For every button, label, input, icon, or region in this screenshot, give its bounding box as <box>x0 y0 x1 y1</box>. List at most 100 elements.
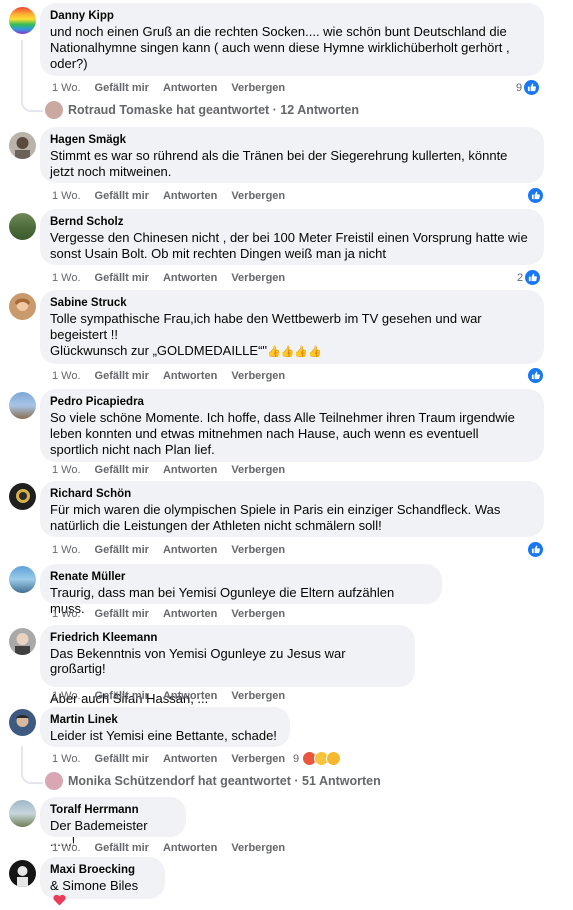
like-button[interactable]: Gefällt mir <box>95 272 149 286</box>
comment-time[interactable]: 1 Wo. <box>52 608 81 622</box>
like-button[interactable]: Gefällt mir <box>95 690 149 704</box>
comment-actions: 1 Wo. Gefällt mir Antworten Verbergen <box>52 370 299 384</box>
reply-button[interactable]: Antworten <box>163 690 217 704</box>
reply-button[interactable]: Antworten <box>163 608 217 622</box>
comment-bubble: Renate Müller Traurig, dass man bei Yemi… <box>40 564 442 616</box>
replies-summary: Monika Schützendorf hat geantwortet · 51… <box>68 774 381 788</box>
comment-actions: 1 Wo. Gefällt mir Antworten Verbergen <box>52 190 299 204</box>
wow-reaction-icon <box>326 751 342 766</box>
comment-text: Stimmt es war so rührend als die Tränen … <box>50 148 508 180</box>
comment-actions: 1 Wo. Gefällt mir Antworten Verbergen <box>52 753 299 767</box>
like-button[interactable]: Gefällt mir <box>95 82 149 96</box>
comment-text: & Simone Biles <box>50 878 153 910</box>
like-button[interactable]: Gefällt mir <box>95 370 149 384</box>
comment-actions: 1 Wo. Gefällt mir Antworten Verbergen <box>52 544 299 558</box>
avatar[interactable] <box>9 860 36 887</box>
comment-actions: 1 Wo. Gefällt mir Antworten Verbergen <box>52 272 299 286</box>
avatar[interactable] <box>9 709 36 736</box>
hide-button[interactable]: Verbergen <box>231 690 285 704</box>
comment-author[interactable]: Hagen Smägk <box>50 133 532 148</box>
like-button[interactable]: Gefällt mir <box>95 464 149 478</box>
avatar[interactable] <box>9 213 36 240</box>
reaction-count[interactable]: 2 <box>517 270 541 285</box>
hide-button[interactable]: Verbergen <box>231 753 285 767</box>
comment-time[interactable]: 1 Wo. <box>52 690 81 704</box>
comment-time[interactable]: 1 Wo. <box>52 190 81 204</box>
reply-button[interactable]: Antworten <box>163 842 217 856</box>
comment-time[interactable]: 1 Wo. <box>52 82 81 96</box>
comment-time[interactable]: 1 Wo. <box>52 464 81 478</box>
reply-button[interactable]: Antworten <box>163 272 217 286</box>
reply-button[interactable]: Antworten <box>163 544 217 558</box>
reaction-count[interactable] <box>526 542 543 557</box>
avatar[interactable] <box>9 628 36 655</box>
reply-button[interactable]: Antworten <box>163 82 217 96</box>
comment-text: So viele schöne Momente. Ich hoffe, dass… <box>50 410 515 458</box>
avatar[interactable] <box>9 392 36 419</box>
comment-text: Für mich waren die olympischen Spiele in… <box>50 502 501 534</box>
hide-button[interactable]: Verbergen <box>231 544 285 558</box>
reply-button[interactable]: Antworten <box>163 190 217 204</box>
like-button[interactable]: Gefällt mir <box>95 544 149 558</box>
comment-author[interactable]: Renate Müller <box>50 570 430 585</box>
reaction-count[interactable]: 9 <box>516 80 540 95</box>
like-reaction-icon <box>528 368 543 383</box>
reaction-number: 9 <box>516 81 523 94</box>
comment-bubble: Toralf Herrmann Der Bademeister ......! <box>40 797 186 849</box>
reply-button[interactable]: Antworten <box>163 753 217 767</box>
comment-author[interactable]: Danny Kipp <box>50 9 532 24</box>
avatar[interactable] <box>9 800 36 827</box>
comment-author[interactable]: Toralf Herrmann <box>50 803 174 818</box>
comment-time[interactable]: 1 Wo. <box>52 753 81 767</box>
hide-button[interactable]: Verbergen <box>231 82 285 96</box>
hide-button[interactable]: Verbergen <box>231 842 285 856</box>
comment-author[interactable]: Bernd Scholz <box>50 215 532 230</box>
reply-avatar <box>45 772 63 790</box>
reaction-number: 9 <box>293 752 300 765</box>
comment-author[interactable]: Pedro Picapiedra <box>50 395 532 410</box>
comment-time[interactable]: 1 Wo. <box>52 544 81 558</box>
comment-time[interactable]: 1 Wo. <box>52 842 81 856</box>
comment-author[interactable]: Maxi Broecking <box>50 863 153 878</box>
like-button[interactable]: Gefällt mir <box>95 753 149 767</box>
avatar[interactable] <box>9 566 36 593</box>
avatar[interactable] <box>9 7 36 34</box>
reply-avatar <box>45 101 63 119</box>
comment-author[interactable]: Sabine Struck <box>50 296 532 311</box>
hide-button[interactable]: Verbergen <box>231 370 285 384</box>
comment-time[interactable]: 1 Wo. <box>52 272 81 286</box>
view-replies-link[interactable]: Monika Schützendorf hat geantwortet · 51… <box>45 772 381 790</box>
like-reaction-icon <box>524 80 540 95</box>
reaction-count[interactable] <box>526 188 543 203</box>
comment-author[interactable]: Friedrich Kleemann <box>50 631 403 646</box>
heart-icon <box>53 894 66 910</box>
comment-text: und noch einen Gruß an die rechten Socke… <box>50 24 510 72</box>
avatar[interactable] <box>9 293 36 320</box>
like-reaction-icon <box>528 542 543 557</box>
reaction-count[interactable] <box>526 368 543 383</box>
comment-actions: 1 Wo. Gefällt mir Antworten Verbergen <box>52 690 299 704</box>
thumbs-up-emoji: 👍👍👍👍 <box>267 346 322 359</box>
view-replies-link[interactable]: Rotraud Tomaske hat geantwortet · 12 Ant… <box>45 101 359 119</box>
reply-button[interactable]: Antworten <box>163 370 217 384</box>
hide-button[interactable]: Verbergen <box>231 272 285 286</box>
like-button[interactable]: Gefällt mir <box>95 190 149 204</box>
hide-button[interactable]: Verbergen <box>231 608 285 622</box>
comment-actions: 1 Wo. Gefällt mir Antworten Verbergen <box>52 464 299 478</box>
avatar[interactable] <box>9 483 36 510</box>
like-button[interactable]: Gefällt mir <box>95 608 149 622</box>
reaction-count[interactable]: 9 <box>293 751 342 766</box>
hide-button[interactable]: Verbergen <box>231 190 285 204</box>
comment-author[interactable]: Martin Linek <box>50 713 278 728</box>
comment-actions: 1 Wo. Gefällt mir Antworten Verbergen <box>52 608 299 622</box>
comment-bubble: Friedrich Kleemann Das Bekenntnis von Ye… <box>40 625 415 706</box>
comment-actions: 1 Wo. Gefällt mir Antworten Verbergen <box>52 82 299 96</box>
hide-button[interactable]: Verbergen <box>231 464 285 478</box>
comment-bubble: Hagen Smägk Stimmt es war so rührend als… <box>40 127 544 183</box>
comment-time[interactable]: 1 Wo. <box>52 370 81 384</box>
comment-author[interactable]: Richard Schön <box>50 487 532 502</box>
comment-bubble: Bernd Scholz Vergesse den Chinesen nicht… <box>40 209 544 265</box>
avatar[interactable] <box>9 132 36 159</box>
reply-button[interactable]: Antworten <box>163 464 217 478</box>
like-button[interactable]: Gefällt mir <box>95 842 149 856</box>
